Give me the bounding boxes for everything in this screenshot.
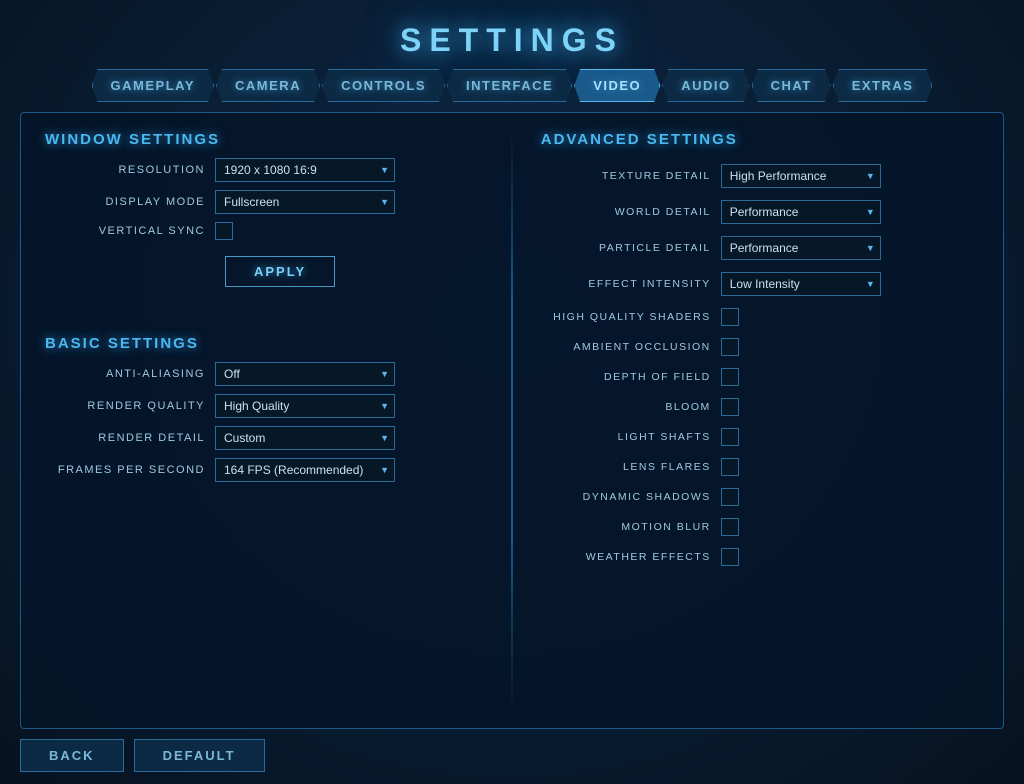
page-title: SETTINGS	[20, 10, 1004, 69]
effect-intensity-select-wrapper[interactable]: Low Intensity	[721, 272, 881, 296]
render-quality-label: RENDER QUALITY	[45, 400, 205, 412]
particle-detail-label: PARTICLE DETAIL	[541, 242, 711, 254]
texture-detail-label: TEXTURE DETAIL	[541, 170, 711, 182]
hq-shaders-row: HIGH QUALITY SHADERS	[541, 308, 979, 326]
render-detail-row: RENDER DETAIL Custom	[45, 426, 483, 450]
effect-intensity-row: EFFECT INTENSITY Low Intensity	[541, 272, 979, 296]
default-button[interactable]: DEFAULT	[134, 739, 265, 772]
motion-blur-checkbox[interactable]	[721, 518, 739, 536]
render-detail-select[interactable]: Custom	[215, 426, 395, 450]
left-panel: WINDOW SETTINGS RESOLUTION 1920 x 1080 1…	[45, 131, 483, 710]
motion-blur-label: MOTION BLUR	[541, 521, 711, 533]
fps-select[interactable]: 164 FPS (Recommended)	[215, 458, 395, 482]
particle-detail-select-wrapper[interactable]: Performance	[721, 236, 881, 260]
hq-shaders-label: HIGH QUALITY SHADERS	[541, 311, 711, 323]
tab-audio[interactable]: AUDIO	[662, 69, 749, 102]
depth-of-field-label: DEPTH OF FIELD	[541, 371, 711, 383]
advanced-settings-title: ADVANCED SETTINGS	[541, 131, 979, 148]
texture-detail-row: TEXTURE DETAIL High Performance	[541, 164, 979, 188]
hq-shaders-checkbox[interactable]	[721, 308, 739, 326]
basic-settings-section: BASIC SETTINGS ANTI-ALIASING Off RENDER …	[45, 335, 483, 490]
ambient-occlusion-label: AMBIENT OCCLUSION	[541, 341, 711, 353]
fps-label: FRAMES PER SECOND	[45, 464, 205, 476]
weather-effects-label: WEATHER EFFECTS	[541, 551, 711, 563]
apply-button[interactable]: APPLY	[225, 256, 335, 287]
anti-aliasing-row: ANTI-ALIASING Off	[45, 362, 483, 386]
effect-intensity-select[interactable]: Low Intensity	[721, 272, 881, 296]
tab-interface[interactable]: INTERFACE	[447, 69, 572, 102]
vsync-row: VERTICAL SYNC	[45, 222, 483, 240]
effect-intensity-label: EFFECT INTENSITY	[541, 278, 711, 290]
render-quality-select[interactable]: High Quality	[215, 394, 395, 418]
texture-detail-select[interactable]: High Performance	[721, 164, 881, 188]
particle-detail-select[interactable]: Performance	[721, 236, 881, 260]
render-detail-label: RENDER DETAIL	[45, 432, 205, 444]
lens-flares-label: LENS FLARES	[541, 461, 711, 473]
window-settings-title: WINDOW SETTINGS	[45, 131, 483, 148]
bloom-label: BLOOM	[541, 401, 711, 413]
vsync-label: VERTICAL SYNC	[45, 225, 205, 237]
dynamic-shadows-checkbox[interactable]	[721, 488, 739, 506]
fps-select-wrapper[interactable]: 164 FPS (Recommended)	[215, 458, 395, 482]
resolution-select-wrapper[interactable]: 1920 x 1080 16:9	[215, 158, 395, 182]
fps-row: FRAMES PER SECOND 164 FPS (Recommended)	[45, 458, 483, 482]
particle-detail-row: PARTICLE DETAIL Performance	[541, 236, 979, 260]
ambient-occlusion-checkbox[interactable]	[721, 338, 739, 356]
tab-chat[interactable]: CHAT	[752, 69, 831, 102]
tab-extras[interactable]: EXTRAS	[833, 69, 933, 102]
dynamic-shadows-row: DYNAMIC SHADOWS	[541, 488, 979, 506]
resolution-label: RESOLUTION	[45, 164, 205, 176]
tab-controls[interactable]: CONTROLS	[322, 69, 445, 102]
bottom-bar: BACK DEFAULT	[20, 729, 1004, 774]
anti-aliasing-select[interactable]: Off	[215, 362, 395, 386]
apply-row: APPLY	[45, 248, 483, 287]
world-detail-row: WORLD DETAIL Performance	[541, 200, 979, 224]
motion-blur-row: MOTION BLUR	[541, 518, 979, 536]
render-detail-select-wrapper[interactable]: Custom	[215, 426, 395, 450]
weather-effects-row: WEATHER EFFECTS	[541, 548, 979, 566]
display-mode-select[interactable]: Fullscreen	[215, 190, 395, 214]
depth-of-field-row: DEPTH OF FIELD	[541, 368, 979, 386]
tab-camera[interactable]: CAMERA	[216, 69, 320, 102]
anti-aliasing-select-wrapper[interactable]: Off	[215, 362, 395, 386]
display-mode-select-wrapper[interactable]: Fullscreen	[215, 190, 395, 214]
tab-gameplay[interactable]: GAMEPLAY	[92, 69, 214, 102]
bloom-row: BLOOM	[541, 398, 979, 416]
depth-of-field-checkbox[interactable]	[721, 368, 739, 386]
ambient-occlusion-row: AMBIENT OCCLUSION	[541, 338, 979, 356]
light-shafts-row: LIGHT SHAFTS	[541, 428, 979, 446]
world-detail-select[interactable]: Performance	[721, 200, 881, 224]
weather-effects-checkbox[interactable]	[721, 548, 739, 566]
anti-aliasing-label: ANTI-ALIASING	[45, 368, 205, 380]
world-detail-select-wrapper[interactable]: Performance	[721, 200, 881, 224]
display-mode-row: DISPLAY MODE Fullscreen	[45, 190, 483, 214]
back-button[interactable]: BACK	[20, 739, 124, 772]
basic-settings-title: BASIC SETTINGS	[45, 335, 483, 352]
render-quality-select-wrapper[interactable]: High Quality	[215, 394, 395, 418]
world-detail-label: WORLD DETAIL	[541, 206, 711, 218]
dynamic-shadows-label: DYNAMIC SHADOWS	[541, 491, 711, 503]
vsync-checkbox[interactable]	[215, 222, 233, 240]
window-settings-section: WINDOW SETTINGS RESOLUTION 1920 x 1080 1…	[45, 131, 483, 295]
bloom-checkbox[interactable]	[721, 398, 739, 416]
content-area: WINDOW SETTINGS RESOLUTION 1920 x 1080 1…	[20, 112, 1004, 729]
light-shafts-label: LIGHT SHAFTS	[541, 431, 711, 443]
right-panel: ADVANCED SETTINGS TEXTURE DETAIL High Pe…	[541, 131, 979, 710]
resolution-row: RESOLUTION 1920 x 1080 16:9	[45, 158, 483, 182]
texture-detail-select-wrapper[interactable]: High Performance	[721, 164, 881, 188]
lens-flares-row: LENS FLARES	[541, 458, 979, 476]
panel-divider	[511, 131, 513, 710]
lens-flares-checkbox[interactable]	[721, 458, 739, 476]
light-shafts-checkbox[interactable]	[721, 428, 739, 446]
display-mode-label: DISPLAY MODE	[45, 196, 205, 208]
tabs-bar: GAMEPLAY CAMERA CONTROLS INTERFACE VIDEO…	[20, 69, 1004, 102]
resolution-select[interactable]: 1920 x 1080 16:9	[215, 158, 395, 182]
tab-video[interactable]: VIDEO	[574, 69, 660, 102]
render-quality-row: RENDER QUALITY High Quality	[45, 394, 483, 418]
